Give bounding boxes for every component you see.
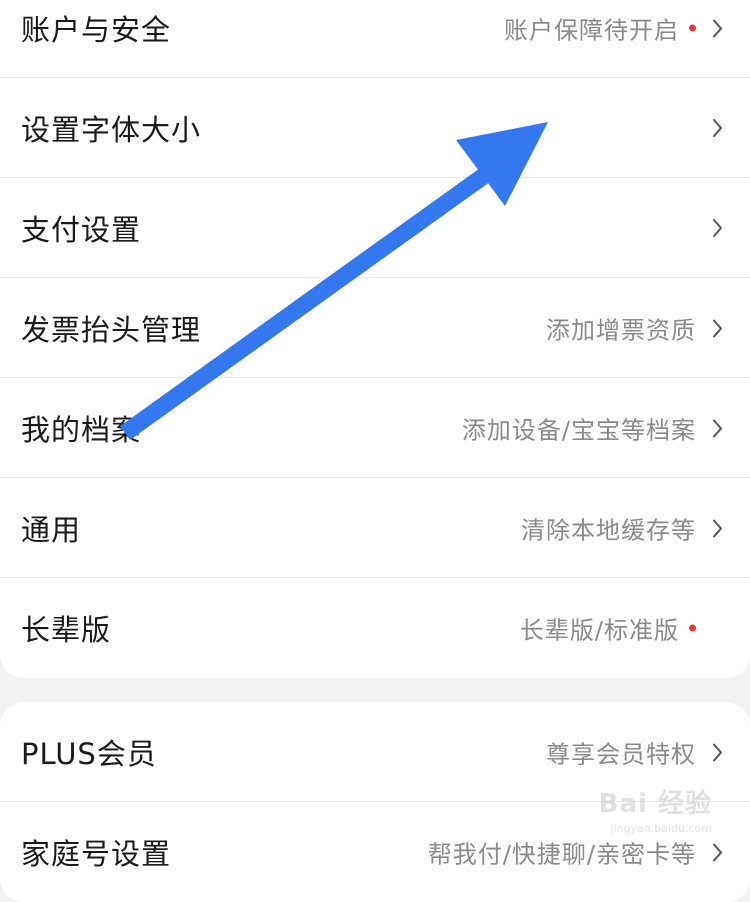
row-label: 账户与安全	[21, 13, 172, 47]
row-label: 家庭号设置	[21, 837, 172, 871]
settings-row-general[interactable]: 通用 清除本地缓存等	[0, 478, 750, 578]
row-right: 帮我付/快捷聊/亲密卡等	[428, 835, 726, 870]
chevron-right-icon	[710, 217, 726, 239]
settings-row-invoice-title[interactable]: 发票抬头管理 添加增票资质	[0, 278, 750, 378]
settings-card-main: 账户与安全 账户保障待开启 设置字体大小 支付设置 发票抬头管理 添加增票资质 …	[0, 0, 750, 678]
row-value: 账户保障待开启	[504, 16, 679, 45]
settings-row-account-security[interactable]: 账户与安全 账户保障待开启	[0, 0, 750, 78]
row-value: 帮我付/快捷聊/亲密卡等	[427, 840, 696, 869]
row-label: 支付设置	[21, 213, 142, 247]
row-label: 通用	[21, 513, 82, 547]
chevron-right-icon	[710, 17, 726, 39]
row-right: 账户保障待开启	[504, 11, 726, 46]
row-value: 尊享会员特权	[546, 740, 696, 769]
chevron-right-icon	[710, 517, 726, 539]
row-label: 设置字体大小	[21, 113, 202, 147]
chevron-right-icon	[710, 317, 726, 339]
chevron-right-icon	[710, 417, 726, 439]
row-right: 添加设备/宝宝等档案	[462, 411, 726, 446]
row-value: 添加增票资质	[546, 316, 696, 345]
settings-row-my-profile[interactable]: 我的档案 添加设备/宝宝等档案	[0, 378, 750, 478]
row-right: 清除本地缓存等	[521, 511, 726, 546]
settings-row-font-size[interactable]: 设置字体大小	[0, 78, 750, 178]
watermark-brand: Bai 经验	[598, 789, 712, 819]
chevron-right-icon	[710, 841, 726, 863]
chevron-right-icon	[710, 117, 726, 139]
row-value: 长辈版/标准版	[519, 616, 679, 645]
row-value: 清除本地缓存等	[521, 516, 696, 545]
row-right: 长辈版/标准版	[520, 611, 726, 646]
row-label: 我的档案	[21, 413, 142, 447]
red-dot-badge	[689, 624, 696, 632]
settings-row-elder-mode[interactable]: 长辈版 长辈版/标准版	[0, 578, 750, 678]
watermark-url: jingyan.baidu.com	[610, 822, 712, 835]
row-label: 长辈版	[21, 613, 112, 647]
row-label: PLUS会员	[21, 737, 157, 771]
row-value: 添加设备/宝宝等档案	[461, 416, 696, 445]
settings-row-payment[interactable]: 支付设置	[0, 178, 750, 278]
row-right	[696, 117, 726, 139]
watermark: Bai 经验 jingyan.baidu.com	[599, 783, 712, 835]
row-label: 发票抬头管理	[21, 313, 202, 347]
row-right: 尊享会员特权	[546, 735, 726, 770]
red-dot-badge	[689, 24, 696, 32]
row-right	[696, 217, 726, 239]
chevron-right-icon	[710, 741, 726, 763]
row-right: 添加增票资质	[546, 311, 726, 346]
